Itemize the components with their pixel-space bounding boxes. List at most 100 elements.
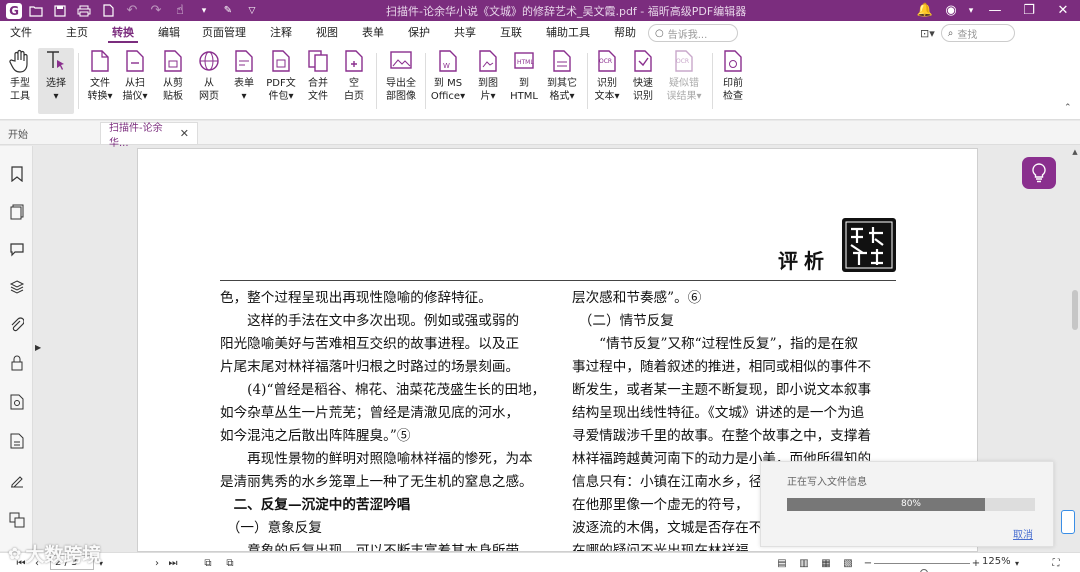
to-other-formats-button[interactable]: 到其它 格式▾ (544, 48, 580, 114)
scrollbar-thumb[interactable] (1072, 290, 1078, 330)
tab-share[interactable]: 共享 (442, 21, 488, 45)
to-ms-office-button[interactable]: W 到 MS Office▾ (430, 48, 466, 114)
fit-page-icon[interactable]: ⛶ (1048, 555, 1064, 571)
combine-files-button[interactable]: 合并 文件 (303, 48, 333, 114)
tab-accessibility[interactable]: 辅助工具 (534, 21, 602, 45)
tell-me-box[interactable]: ○ 告诉我... (648, 24, 738, 42)
tab-view[interactable]: 视图 (304, 21, 350, 45)
hand-tool-button[interactable]: 手型 工具 (4, 48, 36, 114)
export-all-images-button[interactable]: 导出全 部图像 (382, 48, 420, 114)
combine-icon (305, 48, 331, 74)
preflight-button[interactable]: 印前 检查 (718, 48, 748, 114)
side-panel-tab[interactable] (1061, 510, 1075, 534)
signature-icon[interactable] (7, 470, 27, 490)
zoom-in-icon[interactable]: + (970, 555, 982, 571)
office-icon: W (435, 48, 461, 74)
panel-expand-arrow-icon[interactable]: ▶ (35, 343, 41, 355)
subsection-heading: （二）情节反复 (572, 313, 674, 329)
tab-start[interactable]: 开始 (0, 122, 100, 144)
ribbon-collapse-icon[interactable]: ⌃ (1064, 103, 1072, 113)
progress-bar: 80% (787, 498, 1035, 511)
tab-form[interactable]: 表单 (350, 21, 396, 45)
to-html-button[interactable]: HTML 到 HTML (508, 48, 540, 114)
continuous-facing-view-icon[interactable]: ▧ (840, 555, 856, 571)
ocr-text-button[interactable]: OCR 识别 文本▾ (592, 48, 622, 114)
document-properties-icon[interactable] (7, 431, 27, 451)
find-options-icon[interactable]: ⊡▾ (920, 27, 935, 40)
blank-page-button[interactable]: 空 白页 (340, 48, 368, 114)
compare-pages-icon[interactable] (7, 510, 27, 530)
select-tool-button[interactable]: 选择 ▾ (38, 48, 74, 114)
close-tab-icon[interactable]: ✕ (180, 127, 189, 140)
from-scanner-button[interactable]: 从扫 描仪▾ (118, 48, 152, 114)
from-web-page-button[interactable]: 从 网页 (194, 48, 224, 114)
tab-protect[interactable]: 保护 (396, 21, 442, 45)
new-file-icon[interactable] (98, 2, 118, 20)
layers-icon[interactable] (7, 277, 27, 297)
lightbulb-icon: ○ (655, 27, 664, 39)
undo-icon[interactable]: ↶ (122, 2, 142, 20)
last-page-icon[interactable]: ⏭ (166, 555, 180, 571)
redo-icon[interactable]: ↷ (146, 2, 166, 20)
next-page-icon[interactable]: › (150, 555, 164, 571)
notification-icon[interactable]: 🔔 (912, 2, 938, 20)
pdf-package-button[interactable]: PDF文 件包▾ (263, 48, 299, 114)
account-icon[interactable]: ◉ (938, 2, 964, 20)
document-search-icon[interactable] (7, 392, 27, 412)
text-line: (4)“曾经是稻谷、棉花、油菜花茂盛生长的田地， (220, 382, 546, 398)
quick-ocr-button[interactable]: 快速 识别 (628, 48, 658, 114)
from-clipboard-button[interactable]: 从剪 贴板 (156, 48, 190, 114)
suspect-results-button[interactable]: OCR 疑似错 误结果▾ (664, 48, 704, 114)
tab-connect[interactable]: 互联 (488, 21, 534, 45)
cancel-link[interactable]: 取消 (1013, 526, 1033, 541)
tab-convert[interactable]: 转换 (100, 21, 146, 45)
file-convert-button[interactable]: 文件 转换▾ (84, 48, 116, 114)
tab-comment[interactable]: 注释 (258, 21, 304, 45)
quick-access-dropdown-icon[interactable]: ▽ (242, 2, 262, 20)
bookmark-icon[interactable] (7, 164, 27, 184)
tab-document[interactable]: 扫描件-论余华... ✕ (100, 122, 198, 149)
vertical-scrollbar[interactable] (1071, 160, 1079, 550)
zoom-level[interactable]: 125% (982, 556, 1011, 567)
single-page-view-icon[interactable]: ▤ (774, 555, 790, 571)
zoom-slider[interactable] (874, 563, 970, 572)
tab-page-management[interactable]: 页面管理 (192, 21, 258, 45)
pages-thumbnail-icon[interactable] (7, 202, 27, 222)
tab-file[interactable]: 文件 (0, 21, 42, 45)
print-icon[interactable] (74, 2, 94, 20)
minimize-icon[interactable]: — (978, 2, 1012, 20)
comments-icon[interactable] (7, 239, 27, 259)
zoom-out-icon[interactable]: − (862, 555, 874, 571)
preflight-icon (720, 48, 746, 74)
customize-chevron-icon[interactable]: ▾ (194, 2, 214, 20)
restore-icon[interactable]: ❐ (1012, 2, 1046, 20)
account-dropdown-icon[interactable]: ▾ (964, 2, 978, 20)
tab-help[interactable]: 帮助 (602, 21, 648, 45)
lightbulb-icon (1032, 163, 1046, 183)
scroll-up-arrow-icon[interactable]: ▲ (1070, 148, 1080, 158)
to-image-icon (475, 48, 501, 74)
pdf-sign-icon[interactable]: ✎ (218, 2, 238, 20)
menubar-right-tools: ⊡▾ ⌕ 查找 (920, 24, 1015, 42)
to-image-button[interactable]: 到图 片▾ (472, 48, 504, 114)
search-input[interactable]: ⌕ 查找 (940, 24, 1015, 42)
security-lock-icon[interactable] (7, 353, 27, 373)
copy-page-icon[interactable]: ⧉ (200, 555, 216, 571)
facing-view-icon[interactable]: ▦ (818, 555, 834, 571)
form-button[interactable]: 表单 ▾ (230, 48, 258, 114)
hand-tool-icon[interactable]: ☝ (170, 2, 190, 20)
tab-edit[interactable]: 编辑 (146, 21, 192, 45)
close-icon[interactable]: ✕ (1046, 2, 1080, 20)
window-controls: 🔔 ◉ ▾ — ❐ ✕ (912, 0, 1080, 21)
continuous-view-icon[interactable]: ▥ (796, 555, 812, 571)
save-icon[interactable] (50, 2, 70, 20)
extract-page-icon[interactable]: ⧉ (222, 555, 238, 571)
tab-home[interactable]: 主页 (42, 21, 100, 45)
smart-assistant-button[interactable] (1022, 157, 1056, 189)
open-folder-icon[interactable] (26, 2, 46, 20)
export-images-icon (388, 48, 414, 74)
attachment-icon[interactable] (7, 315, 27, 335)
zoom-dropdown-icon[interactable]: ▾ (1012, 555, 1022, 571)
scanner-icon (122, 48, 148, 74)
seal-stamp-logo (842, 218, 896, 272)
